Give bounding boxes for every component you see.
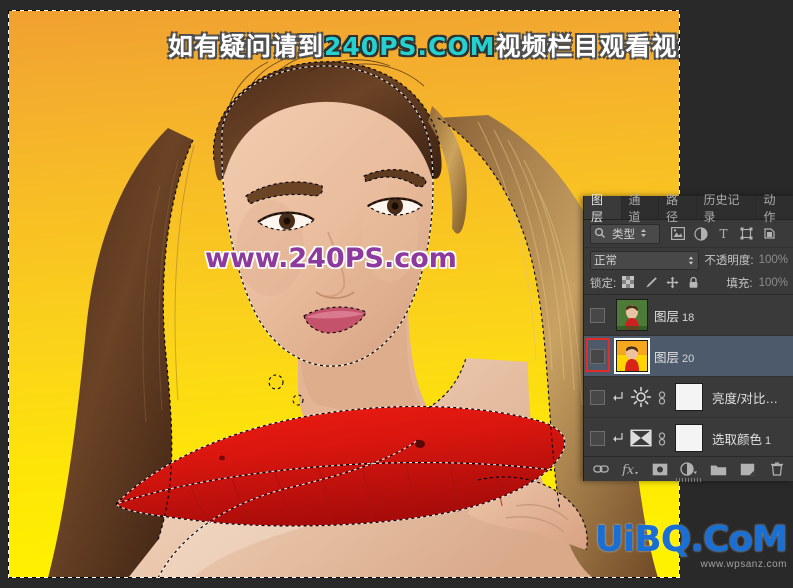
delete-layer-icon[interactable]	[768, 460, 786, 478]
visibility-toggle-18[interactable]	[584, 295, 610, 335]
layer-number-20: 20	[682, 352, 695, 365]
layer-number-18: 18	[682, 311, 695, 324]
tab-history-label: 历史记录	[703, 192, 740, 224]
layer-row-brightness-contrast[interactable]: 亮度/对比…	[584, 377, 793, 418]
lock-label: 锁定:	[590, 278, 617, 290]
brightness-icon[interactable]	[628, 386, 654, 408]
tab-actions-label: 动作	[763, 192, 776, 224]
visibility-highlight-box	[586, 338, 610, 372]
layer-name-text-brightness: 亮度/对比…	[712, 391, 778, 406]
search-icon	[594, 227, 608, 241]
tab-actions[interactable]: 动作	[756, 193, 793, 224]
chevron-updown-icon-blend[interactable]	[687, 255, 695, 266]
pixel-filter-icon[interactable]	[671, 226, 685, 241]
layers-panel[interactable]: 图层 通道 路径 历史记录 动作 类型 T 正常 不透明度: 100% 锁定: …	[583, 193, 793, 482]
fill-label: 填充:	[726, 278, 753, 290]
layer-mask-thumbnail-brightness[interactable]	[675, 383, 703, 411]
eye-icon-off[interactable]	[589, 307, 605, 323]
layer-thumbnail-18[interactable]	[616, 299, 648, 331]
layer-row-18[interactable]: 图层 18	[584, 295, 793, 336]
layer-thumbnail-cell-18[interactable]	[610, 299, 654, 331]
watermark-top-suffix: 视频栏目观看视频教程	[495, 33, 680, 61]
watermark-top-prefix: 如有疑问请到	[168, 33, 325, 61]
layer-name-18[interactable]: 图层 18	[654, 306, 694, 325]
layer-name-selective[interactable]: 选取颜色 1	[712, 429, 771, 448]
lock-transparent-icon[interactable]	[622, 276, 636, 290]
eye-icon-off-brightness[interactable]	[589, 389, 605, 405]
svg-text:fx: fx	[621, 463, 635, 476]
tab-history[interactable]: 历史记录	[697, 193, 757, 224]
document-canvas[interactable]: 如有疑问请到240PS.COM视频栏目观看视频教程 www.240PS.com	[8, 10, 680, 578]
layer-style-fx-icon[interactable]: fx	[621, 460, 639, 478]
layer-name-text-18: 图层	[654, 309, 680, 324]
lock-all-icon[interactable]	[688, 276, 702, 290]
smartobject-filter-icon[interactable]	[763, 227, 777, 241]
site-logo-subtext: www.wpsanz.com	[700, 559, 787, 570]
shape-filter-icon[interactable]	[740, 227, 754, 241]
opacity-value[interactable]: 100%	[759, 254, 788, 266]
tab-layers[interactable]: 图层	[584, 193, 622, 224]
filter-type-label: 类型	[612, 228, 635, 241]
tab-layers-label: 图层	[591, 192, 604, 224]
new-adjustment-icon[interactable]	[680, 460, 698, 478]
visibility-toggle-brightness[interactable]	[584, 377, 610, 417]
filter-icon-group[interactable]: T	[671, 227, 777, 241]
lock-position-icon[interactable]	[666, 276, 680, 290]
clipping-mask-indicator-selective	[610, 431, 628, 445]
opacity-label: 不透明度:	[704, 255, 754, 267]
add-mask-icon[interactable]	[651, 460, 669, 478]
chevron-updown-icon[interactable]	[639, 227, 648, 241]
tab-paths[interactable]: 路径	[659, 193, 697, 224]
photoshop-window: 如有疑问请到240PS.COM视频栏目观看视频教程 www.240PS.com …	[0, 0, 793, 588]
tab-paths-label: 路径	[666, 192, 679, 224]
link-mask-icon-selective[interactable]	[657, 431, 668, 446]
link-layers-icon[interactable]	[592, 460, 610, 478]
blend-mode-value: 正常	[594, 255, 617, 267]
layer-name-20[interactable]: 图层 20	[654, 347, 694, 366]
tab-channels-label: 通道	[628, 192, 641, 224]
layer-row-selective-color[interactable]: 选取颜色 1	[584, 418, 793, 459]
lock-row[interactable]: 锁定: 填充: 100%	[584, 272, 793, 295]
layer-name-text-selective: 选取颜色	[712, 432, 763, 447]
layer-filter-row[interactable]: 类型 T	[584, 220, 793, 248]
blend-mode-select[interactable]: 正常	[590, 250, 700, 270]
svg-text:T: T	[719, 227, 727, 240]
lock-image-icon[interactable]	[644, 276, 658, 290]
eye-icon-off-selective[interactable]	[589, 430, 605, 446]
layers-panel-toolbar[interactable]: fx	[584, 456, 793, 482]
link-mask-icon-brightness[interactable]	[657, 390, 668, 405]
layer-mask-thumbnail-selective[interactable]	[675, 424, 703, 452]
lock-icon-group[interactable]	[622, 276, 702, 290]
site-logo: UiBQ.CoM www.wpsanz.com	[594, 519, 788, 571]
visibility-toggle-selective[interactable]	[584, 418, 610, 458]
layer-list[interactable]: 图层 18 图层 20 亮度/对比… 选取颜色 1	[584, 295, 793, 459]
adjustment-filter-icon[interactable]	[694, 226, 708, 241]
clipping-mask-indicator-brightness	[610, 390, 628, 404]
layer-name-text-20: 图层	[654, 350, 680, 365]
watermark-center: www.240PS.com	[205, 243, 457, 274]
panel-tab-bar[interactable]: 图层 通道 路径 历史记录 动作	[584, 193, 793, 224]
blend-opacity-row[interactable]: 正常 不透明度: 100%	[584, 248, 793, 272]
fill-value[interactable]: 100%	[759, 277, 788, 289]
tab-channels[interactable]: 通道	[622, 193, 659, 224]
site-logo-text: UiBQ.CoM	[594, 519, 788, 560]
layer-thumbnail-20[interactable]	[614, 338, 650, 374]
new-layer-icon[interactable]	[739, 460, 757, 478]
layer-name-brightness[interactable]: 亮度/对比…	[712, 388, 778, 407]
layer-number-selective: 1	[765, 434, 772, 447]
portrait-image	[48, 49, 658, 578]
filter-type-select[interactable]: 类型	[590, 223, 660, 244]
watermark-top-brand: 240PS.COM	[324, 32, 496, 61]
layer-thumbnail-cell-20[interactable]	[610, 338, 654, 374]
panel-resize-grip[interactable]	[676, 478, 702, 482]
selective-color-icon[interactable]	[628, 427, 654, 449]
type-filter-icon[interactable]: T	[717, 227, 731, 241]
layer-row-20[interactable]: 图层 20	[584, 336, 793, 377]
watermark-top: 如有疑问请到240PS.COM视频栏目观看视频教程	[168, 34, 680, 60]
new-group-icon[interactable]	[709, 460, 727, 478]
